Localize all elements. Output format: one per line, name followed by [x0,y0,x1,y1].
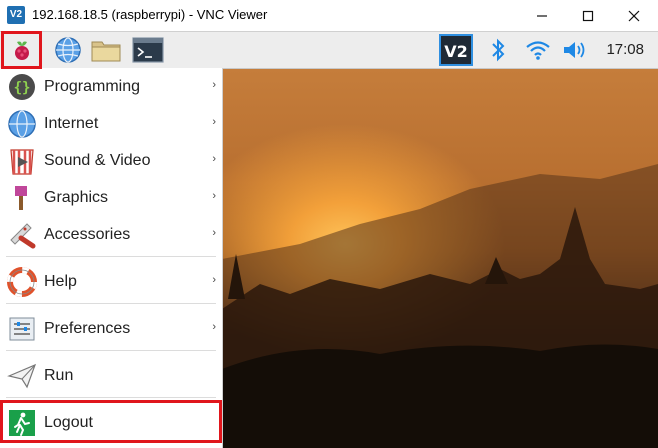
menu-item-help[interactable]: Help › [0,263,222,300]
file-manager-icon [91,41,121,62]
maximize-button[interactable] [565,0,611,31]
internet-icon [6,108,38,140]
menu-item-sound-video[interactable]: Sound & Video › [0,142,222,179]
menu-item-preferences[interactable]: Preferences › [0,310,222,347]
vnc-server-button[interactable]: V2 [437,32,475,68]
close-button[interactable] [611,0,657,31]
window-titlebar[interactable]: V2 192.168.18.5 (raspberrypi) - VNC View… [0,0,658,32]
submenu-arrow-icon: › [212,227,216,239]
submenu-arrow-icon: › [212,79,216,91]
menu-separator [6,397,216,398]
bluetooth-icon [492,38,505,62]
svg-text:{}: {} [14,80,31,96]
accessories-icon [6,219,38,251]
submenu-arrow-icon: › [212,321,216,333]
menu-item-label: Run [44,366,74,384]
wifi-icon [526,41,550,60]
menu-item-label: Internet [44,114,99,132]
menu-item-label: Sound & Video [44,151,151,169]
bluetooth-button[interactable] [484,32,512,68]
submenu-arrow-icon: › [212,116,216,128]
run-icon [6,360,38,392]
menu-item-internet[interactable]: Internet › [0,105,222,142]
menu-item-label: Programming [44,77,141,95]
maximize-icon [582,10,594,21]
application-menu: {} Programming › Internet › Sound & Vide… [0,68,223,448]
wifi-button[interactable] [522,32,554,68]
terminal-button[interactable] [128,32,168,68]
submenu-arrow-icon: › [212,274,216,286]
menu-item-programming[interactable]: {} Programming › [0,68,222,105]
volume-icon [564,42,585,58]
help-icon [6,266,38,298]
minimize-icon [537,14,547,17]
terminal-icon [132,37,164,63]
web-browser-icon [55,37,81,63]
taskbar-clock[interactable]: 17:08 [606,41,644,58]
menu-item-label: Help [44,272,77,290]
sound-video-icon [6,145,38,177]
volume-button[interactable] [560,32,592,68]
close-icon [628,10,640,21]
file-manager-button[interactable] [88,32,124,68]
preferences-icon [6,313,38,345]
menu-item-label: Accessories [44,225,131,243]
vnc-icon: V2 [7,6,25,24]
programming-icon: {} [6,71,38,103]
menu-item-accessories[interactable]: Accessories › [0,216,222,253]
window-title: 192.168.18.5 (raspberrypi) - VNC Viewer [32,7,268,22]
menu-separator [6,350,216,351]
menu-separator [6,303,216,304]
submenu-arrow-icon: › [212,190,216,202]
menu-item-graphics[interactable]: Graphics › [0,179,222,216]
menu-separator [6,256,216,257]
menu-item-run[interactable]: Run [0,357,222,394]
web-browser-button[interactable] [50,32,86,68]
menu-item-label: Graphics [44,188,109,206]
highlight-menu-button [1,31,42,69]
menu-item-label: Preferences [44,319,131,337]
vnc-server-icon: V2 [439,34,473,66]
minimize-button[interactable] [519,0,565,31]
taskbar: V2 17:08 [0,32,658,69]
highlight-logout [0,400,222,443]
svg-text:V2: V2 [444,42,468,61]
submenu-arrow-icon: › [212,153,216,165]
graphics-icon [6,182,38,214]
